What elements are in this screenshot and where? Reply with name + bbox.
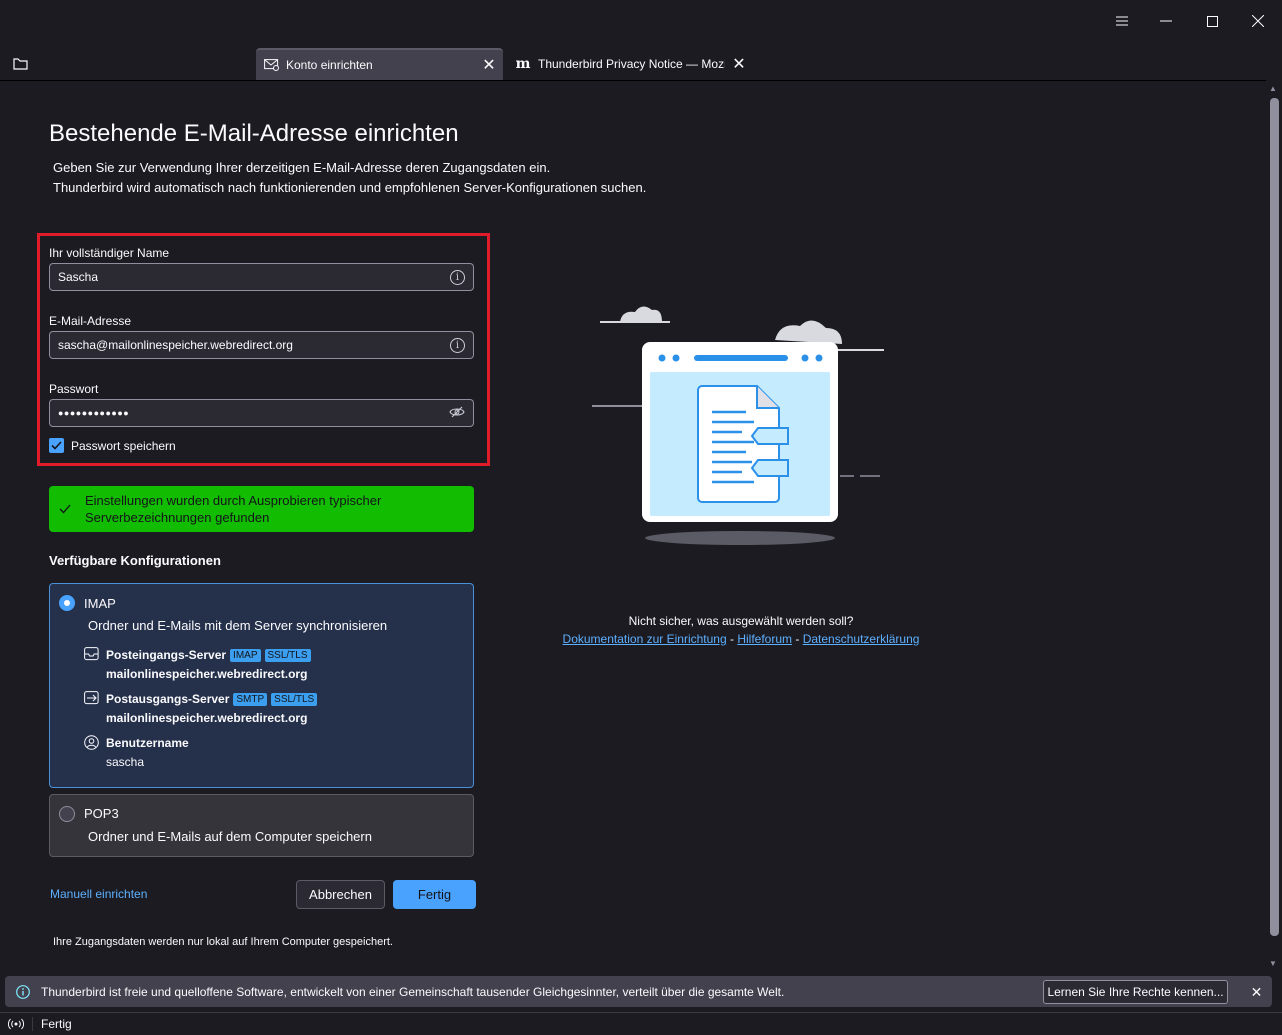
tab-close-icon[interactable]: ✕: [475, 55, 503, 75]
name-value: Sascha: [58, 270, 99, 284]
password-value: ●●●●●●●●●●●●: [58, 408, 130, 418]
security-badge: SSL/TLS: [271, 692, 318, 706]
privacy-policy-link[interactable]: Datenschutzerklärung: [803, 632, 920, 646]
imap-radio[interactable]: [59, 595, 75, 611]
inbox-server-icon: [84, 647, 99, 664]
pop3-radio[interactable]: [59, 806, 75, 822]
email-value: sascha@mailonlinespeicher.webredirect.or…: [58, 338, 293, 352]
imap-title: IMAP: [84, 596, 116, 611]
security-badge: SSL/TLS: [264, 648, 311, 662]
imap-description: Ordner und E-Mails mit dem Server synchr…: [88, 618, 388, 633]
pop3-description: Ordner und E-Mails auf dem Computer spei…: [88, 829, 372, 844]
setup-illustration: [590, 300, 890, 553]
page-subtitle-1: Geben Sie zur Verwendung Ihrer derzeitig…: [53, 160, 551, 175]
cancel-button[interactable]: Abbrechen: [296, 880, 385, 909]
status-bar: Fertig: [0, 1012, 1282, 1035]
tab-close-icon[interactable]: ✕: [725, 54, 753, 74]
username-value: sascha: [106, 755, 145, 769]
page-subtitle-2: Thunderbird wird automatisch nach funkti…: [53, 180, 647, 195]
outgoing-server-label: Postausgangs-Server: [106, 692, 230, 706]
close-icon[interactable]: [1235, 6, 1281, 36]
help-question: Nicht sicher, was ausgewählt werden soll…: [628, 614, 854, 628]
hamburger-icon[interactable]: [1099, 6, 1145, 36]
success-notice: Einstellungen wurden durch Ausprobieren …: [49, 486, 474, 532]
name-field[interactable]: Sascha i: [49, 263, 474, 291]
online-status-icon[interactable]: [0, 1018, 32, 1030]
status-text: Fertig: [32, 1017, 72, 1031]
tab-privacy-notice[interactable]: m Thunderbird Privacy Notice — Mozi ✕: [508, 48, 753, 80]
pop3-title: POP3: [84, 806, 119, 821]
mail-settings-icon: [256, 59, 286, 71]
maximize-icon[interactable]: [1189, 6, 1235, 36]
success-text-2: Serverbezeichnungen gefunden: [85, 510, 270, 525]
mozilla-m-icon: m: [515, 56, 531, 72]
scroll-down-icon[interactable]: ▼: [1269, 959, 1277, 968]
scrollbar-thumb[interactable]: [1270, 98, 1279, 936]
page-title: Bestehende E-Mail-Adresse einrichten: [49, 120, 459, 147]
learn-rights-button[interactable]: Lernen Sie Ihre Rechte kennen...: [1043, 980, 1228, 1004]
notification-text: Thunderbird ist freie und quelloffene So…: [41, 984, 785, 999]
incoming-server-host: mailonlinespeicher.webredirect.org: [106, 667, 308, 681]
done-button[interactable]: Fertig: [393, 880, 476, 909]
checkmark-icon: [59, 501, 85, 518]
remember-password-checkbox[interactable]: [49, 438, 64, 453]
name-label: Ihr vollständiger Name: [49, 246, 170, 260]
password-field[interactable]: ●●●●●●●●●●●●: [49, 399, 474, 427]
info-icon: [5, 984, 41, 999]
configurations-heading: Verfügbare Konfigurationen: [49, 553, 221, 568]
manual-setup-link[interactable]: Manuell einrichten: [50, 887, 147, 901]
success-text-1: Einstellungen wurden durch Ausprobieren …: [85, 493, 382, 508]
credentials-note: Ihre Zugangsdaten werden nur lokal auf I…: [53, 936, 393, 948]
info-icon[interactable]: i: [450, 269, 465, 285]
user-icon: [84, 735, 99, 753]
minimize-icon[interactable]: [1143, 6, 1189, 36]
info-icon[interactable]: i: [450, 337, 465, 353]
outgoing-server-title: Postausgangs-Server SMTP SSL/TLS: [106, 692, 318, 706]
documentation-link[interactable]: Dokumentation zur Einrichtung: [563, 632, 727, 646]
help-links: Dokumentation zur Einrichtung - Hilfefor…: [561, 632, 921, 646]
email-field[interactable]: sascha@mailonlinespeicher.webredirect.or…: [49, 331, 474, 359]
protocol-badge: IMAP: [230, 648, 261, 662]
link-separator: -: [795, 632, 800, 646]
folder-icon[interactable]: [13, 57, 28, 73]
tab-account-setup[interactable]: Konto einrichten ✕: [256, 48, 503, 80]
link-separator: -: [729, 632, 734, 646]
password-label: Passwort: [49, 382, 99, 396]
outgoing-server-host: mailonlinespeicher.webredirect.org: [106, 711, 308, 725]
tab-label: Thunderbird Privacy Notice — Mozi: [538, 57, 725, 71]
tab-label: Konto einrichten: [286, 58, 373, 72]
eye-hidden-icon[interactable]: [449, 406, 465, 421]
incoming-server-label: Posteingangs-Server: [106, 648, 227, 662]
username-label: Benutzername: [106, 736, 189, 750]
protocol-badge: SMTP: [233, 692, 268, 706]
title-bar: [0, 0, 1282, 42]
notification-close-icon[interactable]: ✕: [1244, 980, 1269, 1004]
help-forum-link[interactable]: Hilfeforum: [737, 632, 792, 646]
email-label: E-Mail-Adresse: [49, 314, 132, 328]
remember-password-label[interactable]: Passwort speichern: [71, 439, 176, 453]
pop3-config-option[interactable]: [49, 794, 474, 857]
incoming-server-title: Posteingangs-Server IMAP SSL/TLS: [106, 648, 311, 662]
scroll-up-icon[interactable]: ▲: [1269, 84, 1277, 93]
outbox-server-icon: [84, 691, 99, 708]
